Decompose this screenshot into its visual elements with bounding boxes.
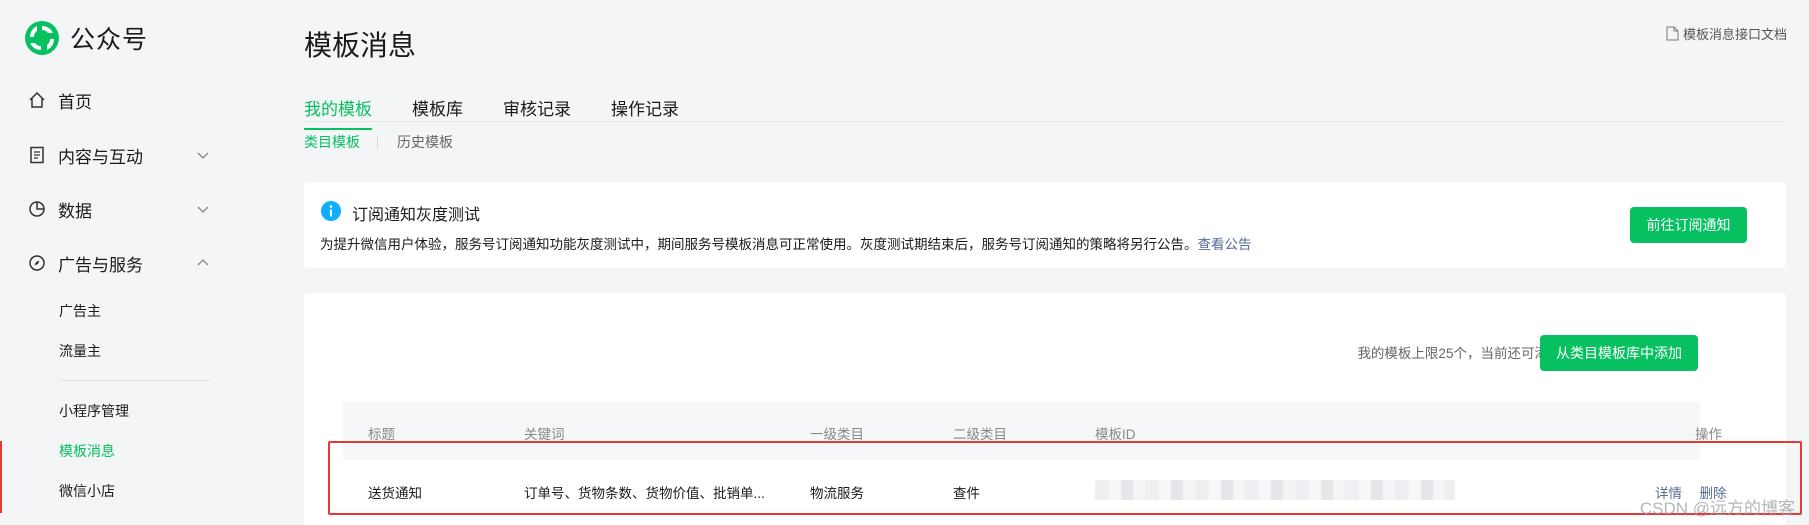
sidebar-item-content[interactable]: 内容与互动	[28, 141, 209, 169]
brand-name: 公众号	[70, 26, 149, 54]
view-announcement-link[interactable]: 查看公告	[1198, 237, 1252, 252]
notice-description: 为提升微信用户体验，服务号订阅通知功能灰度测试中，期间服务号模板消息可正常使用。…	[320, 233, 1252, 253]
sidebar-item-home[interactable]: 首页	[28, 86, 198, 114]
notice-card: 订阅通知灰度测试 为提升微信用户体验，服务号订阅通知功能灰度测试中，期间服务号模…	[304, 182, 1786, 268]
sidebar-subitem-template-messages[interactable]: 模板消息	[59, 441, 115, 461]
wechat-official-account-logo	[25, 21, 59, 55]
sidebar-item-label: 数据	[58, 201, 92, 221]
tab-template-library[interactable]: 模板库	[412, 95, 463, 130]
limit-prefix: 我的模板上限25个，当前还可添加	[1357, 346, 1562, 361]
page-title: 模板消息	[304, 30, 417, 61]
chevron-down-icon	[197, 152, 209, 159]
row-keywords: 订单号、货物条数、货物价值、批销单...	[524, 486, 765, 501]
column-header-category1: 一级类目	[810, 427, 864, 442]
notice-text: 为提升微信用户体验，服务号订阅通知功能灰度测试中，期间服务号模板消息可正常使用。…	[320, 237, 1198, 252]
api-doc-link-label: 模板消息接口文档	[1682, 27, 1787, 42]
sidebar-subitem-advertiser[interactable]: 广告主	[59, 301, 101, 321]
sidebar-item-ads-services[interactable]: 广告与服务	[28, 249, 209, 277]
pie-chart-icon	[29, 201, 45, 217]
watermark: CSDN @远方的博客	[1639, 499, 1795, 518]
row-title: 送货通知	[368, 486, 422, 501]
document-icon	[30, 146, 44, 164]
subtab-history-templates[interactable]: 历史模板	[397, 132, 453, 152]
row-category1: 物流服务	[810, 486, 864, 501]
sidebar-subitem-publisher[interactable]: 流量主	[59, 341, 101, 361]
sidebar-subitem-miniprogram[interactable]: 小程序管理	[59, 401, 129, 421]
tab-review-records[interactable]: 审核记录	[503, 95, 571, 130]
tab-operation-records[interactable]: 操作记录	[611, 95, 679, 130]
column-header-keywords: 关键词	[524, 427, 565, 442]
column-header-title: 标题	[368, 427, 395, 442]
compass-icon	[29, 255, 45, 271]
chevron-down-icon	[197, 206, 209, 213]
add-from-library-button[interactable]: 从类目模板库中添加	[1540, 335, 1698, 371]
sidebar-item-label: 首页	[58, 92, 92, 112]
home-icon	[29, 91, 45, 108]
sidebar-item-label: 内容与互动	[58, 147, 143, 167]
tab-my-templates[interactable]: 我的模板	[304, 95, 372, 130]
main-tabs: 我的模板 模板库 审核记录 操作记录	[304, 95, 719, 130]
notice-title: 订阅通知灰度测试	[352, 207, 481, 224]
info-icon	[321, 201, 341, 221]
sub-tabs: 类目模板 历史模板	[304, 132, 453, 152]
sidebar: 公众号 首页 内容与互动 数据 广告与服务 广告主 流量主 小程序管理 模板消息…	[0, 0, 262, 525]
sidebar-item-data[interactable]: 数据	[28, 195, 209, 223]
row-template-id-masked	[1095, 480, 1455, 500]
subtab-separator	[377, 135, 378, 149]
column-header-actions: 操作	[1695, 427, 1722, 442]
go-to-subscription-button[interactable]: 前往订阅通知	[1630, 207, 1747, 243]
file-icon	[1666, 26, 1679, 41]
api-doc-link[interactable]: 模板消息接口文档	[1666, 24, 1787, 43]
sidebar-item-label: 广告与服务	[58, 255, 143, 275]
annotation-marker	[0, 441, 2, 513]
sidebar-subitem-wechat-store[interactable]: 微信小店	[59, 481, 115, 501]
brand[interactable]: 公众号	[24, 20, 148, 56]
tabs-divider	[304, 121, 1786, 122]
subtab-category-templates[interactable]: 类目模板	[304, 132, 360, 152]
row-category2: 查件	[953, 486, 980, 501]
sidebar-divider	[59, 380, 211, 381]
column-header-template-id: 模板ID	[1095, 427, 1136, 442]
chevron-up-icon	[197, 259, 209, 266]
column-header-category2: 二级类目	[953, 427, 1007, 442]
